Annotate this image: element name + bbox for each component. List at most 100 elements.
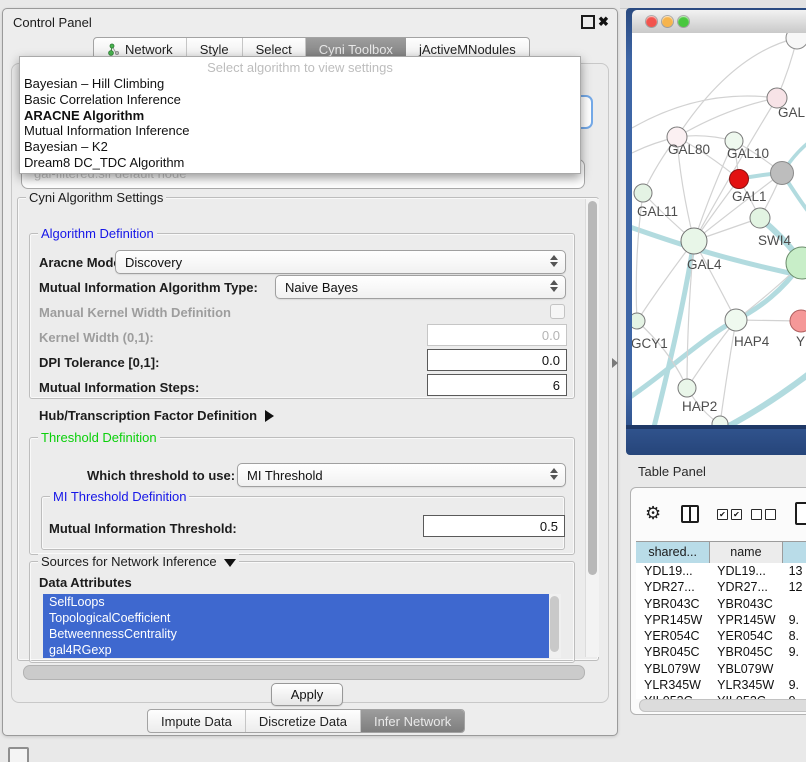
which-threshold-value: MI Threshold — [247, 468, 323, 483]
table-cell: YLR345W — [709, 677, 780, 693]
network-node[interactable] — [730, 170, 749, 189]
document-icon[interactable] — [795, 502, 806, 525]
table-cell — [781, 596, 806, 612]
data-attribute-item[interactable]: SelfLoops — [43, 594, 549, 610]
bottom-tabs: Impute Data Discretize Data Infer Networ… — [147, 709, 465, 733]
network-node-label: GAL80 — [668, 142, 710, 157]
network-node-label: HAP4 — [734, 334, 770, 349]
mi-algorithm-type-value: Naive Bayes — [285, 280, 358, 295]
mi-steps-field[interactable] — [427, 374, 567, 396]
data-attribute-item[interactable]: gal4RGexp — [43, 642, 549, 658]
table-panel-title: Table Panel — [638, 464, 706, 479]
algorithm-option[interactable]: Bayesian – Hill Climbing — [20, 76, 580, 92]
manual-kernel-width-checkbox[interactable] — [550, 304, 565, 319]
collapse-down-icon[interactable] — [224, 559, 236, 567]
table-cell: 9. — [781, 677, 806, 693]
aracne-mode-combo[interactable]: Discovery — [115, 250, 566, 274]
network-node[interactable] — [712, 416, 728, 425]
aracne-mode-value: Discovery — [125, 255, 182, 270]
tab-impute-data[interactable]: Impute Data — [148, 710, 246, 732]
algorithm-dropdown-placeholder: Select algorithm to view settings — [20, 57, 580, 76]
application-screen: Control Panel ✖ Network Style Select Cyn… — [0, 0, 806, 762]
table-hscrollbar-thumb[interactable] — [639, 699, 806, 712]
network-node[interactable] — [786, 33, 806, 49]
network-node-label: Y — [796, 334, 805, 349]
network-node[interactable] — [678, 379, 696, 397]
algorithm-option[interactable]: Mutual Information Inference — [20, 123, 580, 139]
table-cell: YBR043C — [709, 596, 780, 612]
data-attribute-item[interactable]: BetweennessCentrality — [43, 626, 549, 642]
algorithm-dropdown-popup: Select algorithm to view settings Bayesi… — [19, 56, 581, 174]
table-cell: YDR27... — [709, 579, 780, 595]
table-cell: YPR145W — [709, 612, 780, 628]
algorithm-option[interactable]: Dream8 DC_TDC Algorithm — [20, 155, 580, 171]
table-cell: YPR145W — [636, 612, 709, 628]
dpi-tolerance-field[interactable] — [427, 349, 567, 371]
table-cell: YBR045C — [709, 644, 780, 660]
table-row[interactable]: YBR043CYBR043C — [636, 596, 806, 612]
network-node-label: HAP2 — [682, 399, 717, 414]
splitter-collapse-icon[interactable] — [612, 358, 618, 368]
which-threshold-combo[interactable]: MI Threshold — [237, 463, 566, 487]
network-node[interactable] — [725, 309, 747, 331]
select-all-icon[interactable]: ✔✔ — [717, 509, 742, 520]
table-row[interactable]: YBL079WYBL079W — [636, 661, 806, 677]
split-columns-icon[interactable] — [681, 505, 699, 523]
tab-infer-network[interactable]: Infer Network — [361, 710, 464, 732]
float-panel-icon[interactable] — [581, 15, 595, 29]
column-header-extra[interactable] — [783, 542, 806, 563]
control-panel: Control Panel ✖ Network Style Select Cyn… — [2, 8, 618, 736]
mini-panel-icon[interactable] — [8, 747, 29, 762]
settings-hscrollbar-thumb[interactable] — [23, 665, 585, 680]
table-cell: YDL19... — [636, 563, 709, 579]
mi-threshold-field[interactable] — [423, 515, 565, 537]
network-node[interactable] — [634, 184, 652, 202]
network-node[interactable] — [771, 162, 794, 185]
table-cell: YLR345W — [636, 677, 709, 693]
column-header-shared-name[interactable]: shared... — [636, 542, 710, 563]
network-window-titlebar[interactable] — [632, 10, 806, 34]
network-node[interactable] — [681, 228, 707, 254]
dpi-tolerance-label: DPI Tolerance [0,1]: — [39, 355, 159, 370]
close-window-icon[interactable] — [646, 16, 657, 27]
sources-group-title: Sources for Network Inference — [38, 554, 239, 569]
tab-discretize-data[interactable]: Discretize Data — [246, 710, 361, 732]
table-header-row: shared... name — [636, 541, 806, 564]
column-header-name[interactable]: name — [710, 542, 782, 563]
gear-icon[interactable]: ⚙ — [645, 504, 661, 522]
tab-network-label: Network — [125, 42, 173, 57]
table-row[interactable]: YDL19...YDL19...13 — [636, 563, 806, 579]
algorithm-option[interactable]: ARACNE Algorithm — [20, 108, 580, 124]
table-cell: YBL079W — [636, 661, 709, 677]
algorithm-definition-title: Algorithm Definition — [38, 226, 157, 241]
hub-definition-section[interactable]: Hub/Transcription Factor Definition — [39, 408, 274, 423]
expand-right-icon — [265, 410, 274, 422]
deselect-all-icon[interactable] — [751, 509, 776, 520]
apply-button[interactable]: Apply — [271, 683, 343, 706]
network-node[interactable] — [750, 208, 770, 228]
combo-arrows-icon — [550, 468, 558, 480]
minimize-window-icon[interactable] — [662, 16, 673, 27]
table-row[interactable]: YLR345WYLR345W9. — [636, 677, 806, 693]
attributes-scrollbar-track[interactable] — [549, 594, 561, 658]
control-panel-title: Control Panel — [13, 15, 92, 30]
data-attributes-label: Data Attributes — [39, 575, 132, 590]
table-row[interactable]: YBR045CYBR045C9. — [636, 644, 806, 660]
data-attribute-item[interactable]: TopologicalCoefficient — [43, 610, 549, 626]
network-node[interactable] — [632, 313, 645, 329]
algorithm-option[interactable]: Bayesian – K2 — [20, 139, 580, 155]
manual-kernel-width-label: Manual Kernel Width Definition — [39, 305, 231, 320]
kernel-width-field[interactable] — [427, 324, 567, 346]
close-panel-icon[interactable]: ✖ — [598, 15, 609, 28]
table-row[interactable]: YER054CYER054C8. — [636, 628, 806, 644]
network-canvas[interactable]: GALGAL80GAL10GAL1GAL11SWI4GAL4GCY1HAP4YH… — [632, 33, 806, 425]
mi-algorithm-type-combo[interactable]: Naive Bayes — [275, 275, 566, 299]
algorithm-option[interactable]: Basic Correlation Inference — [20, 92, 580, 108]
settings-scrollbar-track[interactable] — [585, 199, 599, 657]
settings-scrollbar-thumb[interactable] — [588, 201, 597, 575]
table-row[interactable]: YPR145WYPR145W9. — [636, 612, 806, 628]
zoom-window-icon[interactable] — [678, 16, 689, 27]
attributes-scrollbar-thumb[interactable] — [550, 596, 559, 652]
table-row[interactable]: YDR27...YDR27...12 — [636, 579, 806, 595]
network-node[interactable] — [790, 310, 806, 332]
